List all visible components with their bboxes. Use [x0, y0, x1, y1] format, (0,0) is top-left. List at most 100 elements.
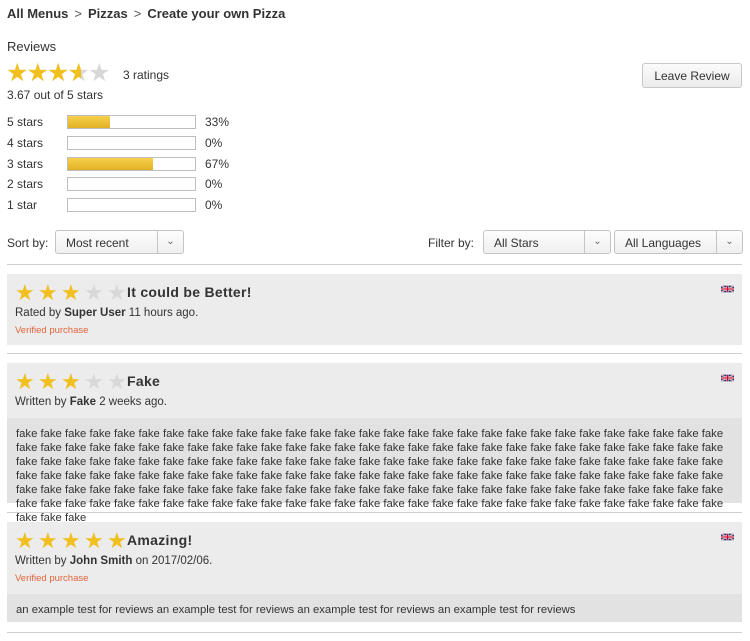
distribution-percent: 0%	[205, 198, 223, 212]
star-icon: ★ ★	[67, 59, 90, 87]
verified-purchase-badge: Verified purchase	[15, 325, 89, 336]
uk-flag-icon	[721, 285, 734, 293]
distribution-bar	[67, 136, 196, 150]
divider	[7, 264, 742, 265]
star-fill: ★	[61, 282, 81, 304]
breadcrumb: All Menus > Pizzas > Create your own Pizza	[7, 6, 285, 21]
review-title: Amazing!	[127, 532, 193, 548]
star-fill: ★	[38, 530, 58, 552]
reviews-heading: Reviews	[7, 39, 57, 54]
distribution-percent: 67%	[205, 157, 230, 171]
star-icon: ★ ★	[15, 371, 38, 393]
review-author: Fake	[69, 396, 96, 408]
divider	[7, 353, 742, 354]
star-icon: ★ ★	[26, 59, 49, 87]
uk-flag-icon	[721, 533, 734, 541]
review-card: ★ ★ ★ ★ ★ ★ ★ ★ Fake Written by Fake 2 weeks ag…	[7, 363, 742, 524]
distribution-percent: 0%	[205, 177, 223, 191]
star-icon: ★ ★	[61, 371, 84, 393]
review-card: ★ ★ ★ ★ ★ ★ ★ ★ It could be Better! Rated by Su…	[7, 274, 742, 345]
review-date: 2 weeks ago.	[99, 396, 167, 408]
distribution-bar	[67, 115, 196, 129]
average-rating-text: 3.67 out of 5 stars	[7, 88, 104, 102]
breadcrumb-separator: >	[74, 6, 82, 21]
distribution-label: 3 stars	[7, 157, 44, 171]
chevron-down-icon: ⌄	[157, 231, 183, 253]
distribution-bar-fill	[68, 116, 110, 128]
review-author: Super User	[64, 307, 126, 319]
chevron-down-icon: ⌄	[584, 231, 610, 253]
distribution-bar	[67, 157, 196, 171]
review-title: It could be Better!	[127, 284, 252, 300]
review-meta-prefix: Written by	[15, 396, 67, 408]
breadcrumb-all-menus[interactable]: All Menus	[7, 6, 68, 21]
star-fill: ★	[15, 282, 35, 304]
star-fill: ★	[84, 530, 104, 552]
filter-stars-select[interactable]: All Stars ⌄	[483, 230, 611, 254]
distribution-row[interactable]: 4 stars 0%	[7, 135, 247, 150]
star-icon: ★ ★	[38, 282, 61, 304]
distribution-row[interactable]: 1 star 0%	[7, 197, 247, 212]
review-date: 11 hours ago.	[128, 307, 199, 319]
leave-review-button[interactable]: Leave Review	[642, 63, 742, 88]
star-icon: ★ ★	[15, 530, 38, 552]
filter-language-select[interactable]: All Languages ⌄	[614, 230, 743, 254]
distribution-label: 1 star	[7, 198, 38, 212]
distribution-bar-fill	[68, 158, 154, 170]
star-fill: ★	[67, 61, 82, 86]
sort-select-value: Most recent	[66, 236, 129, 250]
sort-label: Sort by:	[7, 236, 49, 250]
verified-purchase-badge: Verified purchase	[15, 573, 89, 584]
star-icon: ★ ★	[84, 530, 107, 552]
breadcrumb-separator: >	[133, 6, 142, 21]
distribution-percent: 33%	[205, 115, 230, 129]
review-author: John Smith	[69, 555, 133, 567]
star-icon: ★ ★	[15, 282, 38, 304]
distribution-row[interactable]: 5 stars 33%	[7, 114, 247, 129]
distribution-bar	[67, 198, 196, 212]
star-fill: ★	[15, 530, 35, 552]
star-icon: ★ ★	[61, 282, 84, 304]
review-meta: Rated by Super User 11 hours ago.	[15, 307, 198, 319]
filter-language-value: All Languages	[625, 236, 702, 250]
divider	[7, 512, 742, 513]
filter-stars-value: All Stars	[494, 236, 539, 250]
uk-flag-icon	[721, 374, 734, 382]
filter-label: Filter by:	[428, 236, 475, 250]
review-meta-prefix: Written by	[15, 555, 67, 567]
distribution-label: 5 stars	[7, 115, 44, 129]
breadcrumb-pizzas[interactable]: Pizzas	[88, 6, 128, 21]
review-date: on 2017/02/06.	[135, 555, 213, 567]
breadcrumb-current-page: Create your own Pizza	[147, 6, 286, 21]
divider	[7, 632, 742, 633]
star-icon: ★	[84, 280, 104, 305]
distribution-label: 4 stars	[7, 136, 44, 150]
star-fill: ★	[38, 282, 58, 304]
review-body: fake fake fake fake fake fake fake fake …	[7, 418, 742, 524]
distribution-row[interactable]: 2 stars 0%	[7, 176, 247, 191]
star-icon: ★ ★	[38, 530, 61, 552]
star-fill: ★	[61, 371, 81, 393]
review-body: an example test for reviews an example t…	[7, 594, 742, 622]
distribution-label: 2 stars	[7, 177, 44, 191]
star-icon: ★ ★	[38, 371, 61, 393]
review-meta-prefix: Rated by	[15, 307, 62, 319]
star-fill: ★	[6, 61, 27, 86]
rating-count: 3 ratings	[123, 68, 170, 82]
star-fill: ★	[47, 61, 68, 86]
star-icon: ★ ★	[61, 530, 84, 552]
star-icon: ★ ★	[47, 59, 70, 87]
star-icon: ★	[84, 369, 104, 394]
review-stars: ★ ★ ★ ★ ★ ★ ★ ★	[15, 282, 130, 304]
star-fill: ★	[26, 61, 48, 86]
distribution-bar	[67, 177, 196, 191]
sort-select[interactable]: Most recent ⌄	[55, 230, 184, 254]
review-stars: ★ ★ ★ ★ ★ ★ ★ ★	[15, 371, 130, 393]
review-card: ★ ★ ★ ★ ★ ★ ★ ★ ★ ★ Amazing! Written by John Smit…	[7, 522, 742, 622]
review-meta: Written by John Smith on 2017/02/06.	[15, 555, 212, 567]
distribution-percent: 0%	[205, 136, 223, 150]
star-fill: ★	[15, 371, 35, 393]
star-icon: ★	[88, 59, 111, 87]
review-meta: Written by Fake 2 weeks ago.	[15, 396, 167, 408]
distribution-row[interactable]: 3 stars 67%	[7, 156, 247, 171]
